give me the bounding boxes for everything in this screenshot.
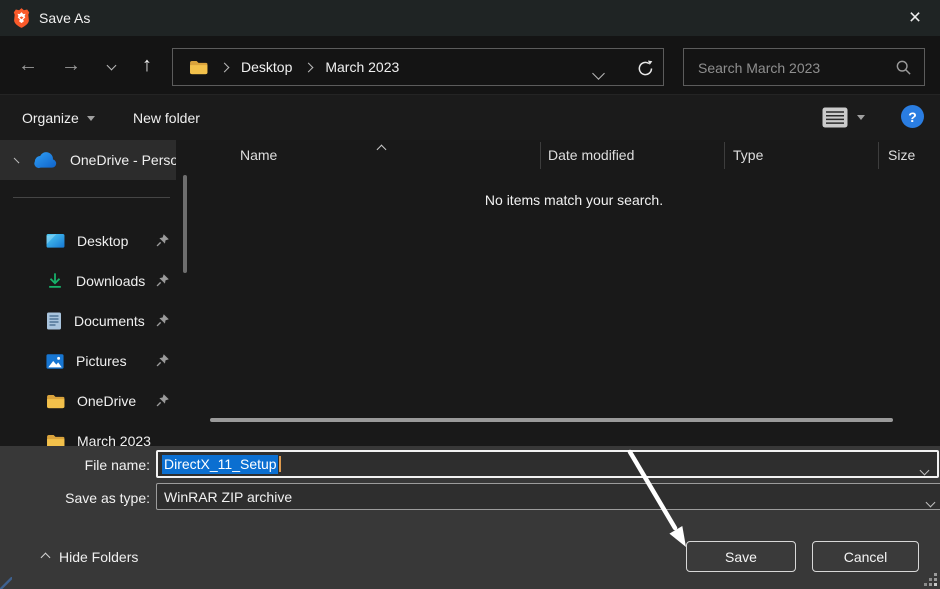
column-divider[interactable] xyxy=(540,142,541,169)
pin-icon xyxy=(155,233,170,251)
folder-icon xyxy=(46,394,65,409)
hide-folders-button[interactable]: Hide Folders xyxy=(42,549,138,565)
resize-grip-icon[interactable] xyxy=(934,583,937,586)
text-caret xyxy=(279,456,281,472)
navigation-bar: ← → ↑ Desktop March 2023 xyxy=(0,36,940,94)
pin-icon xyxy=(155,353,170,371)
save-as-type-value: WinRAR ZIP archive xyxy=(164,489,292,505)
sidebar-item-documents[interactable]: Documents xyxy=(0,301,208,341)
sidebar-item-label: OneDrive xyxy=(77,393,136,409)
expand-chevron-icon[interactable] xyxy=(14,157,20,163)
save-panel: File name: DirectX_11_Setup Save as type… xyxy=(0,446,940,589)
file-name-value: DirectX_11_Setup xyxy=(162,455,278,474)
pin-icon xyxy=(155,393,170,411)
sidebar-item-downloads[interactable]: Downloads xyxy=(0,261,208,301)
downloads-icon xyxy=(46,272,64,290)
corner-artifact xyxy=(0,577,12,589)
new-folder-button[interactable]: New folder xyxy=(133,95,200,141)
sidebar-item-pictures[interactable]: Pictures xyxy=(0,341,208,381)
help-button[interactable]: ? xyxy=(901,105,924,128)
sort-ascending-icon xyxy=(378,140,385,156)
brave-icon xyxy=(12,7,31,29)
sidebar-item-desktop[interactable]: Desktop xyxy=(0,221,208,261)
sidebar-item-label: Downloads xyxy=(76,273,145,289)
sidebar-item-label: March 2023 xyxy=(77,433,151,446)
save-as-type-label: Save as type: xyxy=(0,490,150,506)
file-list: Name Date modified Type Size No items ma… xyxy=(208,140,940,446)
title-bar: Save As × xyxy=(0,0,940,36)
sidebar-item-march-2023[interactable]: March 2023 xyxy=(0,421,208,446)
pin-icon xyxy=(155,313,170,331)
navigation-pane: OneDrive - Perso Desktop xyxy=(0,140,208,446)
file-name-input[interactable]: DirectX_11_Setup xyxy=(156,450,939,478)
sidebar-item-label: Pictures xyxy=(76,353,127,369)
documents-icon xyxy=(46,312,62,330)
up-button[interactable]: ↑ xyxy=(132,36,162,94)
save-button[interactable]: Save xyxy=(686,541,796,572)
column-divider[interactable] xyxy=(878,142,879,169)
sidebar-separator xyxy=(13,197,170,198)
breadcrumb-item-desktop[interactable]: Desktop xyxy=(241,59,292,75)
horizontal-scrollbar[interactable] xyxy=(210,418,893,422)
save-as-dialog: Save As × ← → ↑ Desktop March 2023 xyxy=(0,0,940,589)
sidebar-item-onedrive[interactable]: OneDrive xyxy=(0,381,208,421)
column-header-date-modified[interactable]: Date modified xyxy=(548,147,634,163)
breadcrumb-item-march-2023[interactable]: March 2023 xyxy=(325,59,399,75)
file-name-label: File name: xyxy=(0,457,150,473)
chevron-right-icon xyxy=(220,62,230,72)
refresh-button[interactable] xyxy=(636,59,655,78)
column-header-type[interactable]: Type xyxy=(733,147,763,163)
search-box xyxy=(683,48,925,86)
chevron-down-icon[interactable] xyxy=(921,461,928,477)
pin-icon xyxy=(155,273,170,291)
folder-icon xyxy=(189,60,208,75)
caret-down-icon xyxy=(857,115,865,120)
back-button[interactable]: ← xyxy=(13,36,43,94)
chevron-right-icon xyxy=(304,62,314,72)
folder-icon xyxy=(46,434,65,447)
close-button[interactable]: × xyxy=(900,3,930,33)
address-dropdown-button[interactable] xyxy=(594,65,603,81)
chevron-down-icon xyxy=(106,60,116,70)
view-mode-button[interactable] xyxy=(822,107,865,128)
organize-button[interactable]: Organize xyxy=(22,95,95,141)
sidebar-item-onedrive-personal[interactable]: OneDrive - Perso xyxy=(0,140,176,180)
list-view-icon xyxy=(822,107,848,128)
sidebar-root-label: OneDrive - Perso xyxy=(70,152,176,168)
save-as-type-select[interactable]: WinRAR ZIP archive xyxy=(156,483,940,510)
window-title: Save As xyxy=(39,10,90,26)
sidebar-item-label: Documents xyxy=(74,313,145,329)
chevron-down-icon xyxy=(592,67,605,80)
chevron-down-icon xyxy=(927,493,934,509)
forward-button[interactable]: → xyxy=(56,36,86,94)
empty-folder-message: No items match your search. xyxy=(208,192,940,208)
chevron-up-icon xyxy=(41,552,51,562)
hide-folders-label: Hide Folders xyxy=(59,549,138,565)
command-bar: Organize New folder ? xyxy=(0,94,940,140)
column-header-size[interactable]: Size xyxy=(888,147,915,163)
recent-locations-button[interactable] xyxy=(96,36,126,94)
organize-label: Organize xyxy=(22,110,79,126)
address-bar[interactable]: Desktop March 2023 xyxy=(172,48,664,86)
column-divider[interactable] xyxy=(724,142,725,169)
onedrive-icon xyxy=(30,152,57,169)
sidebar-item-label: Desktop xyxy=(77,233,128,249)
caret-down-icon xyxy=(87,116,95,121)
column-header-name[interactable]: Name xyxy=(240,147,277,163)
search-icon[interactable] xyxy=(895,59,912,79)
cancel-button[interactable]: Cancel xyxy=(812,541,919,572)
new-folder-label: New folder xyxy=(133,110,200,126)
search-input[interactable] xyxy=(696,49,885,87)
pictures-icon xyxy=(46,353,64,370)
desktop-icon xyxy=(46,233,65,250)
